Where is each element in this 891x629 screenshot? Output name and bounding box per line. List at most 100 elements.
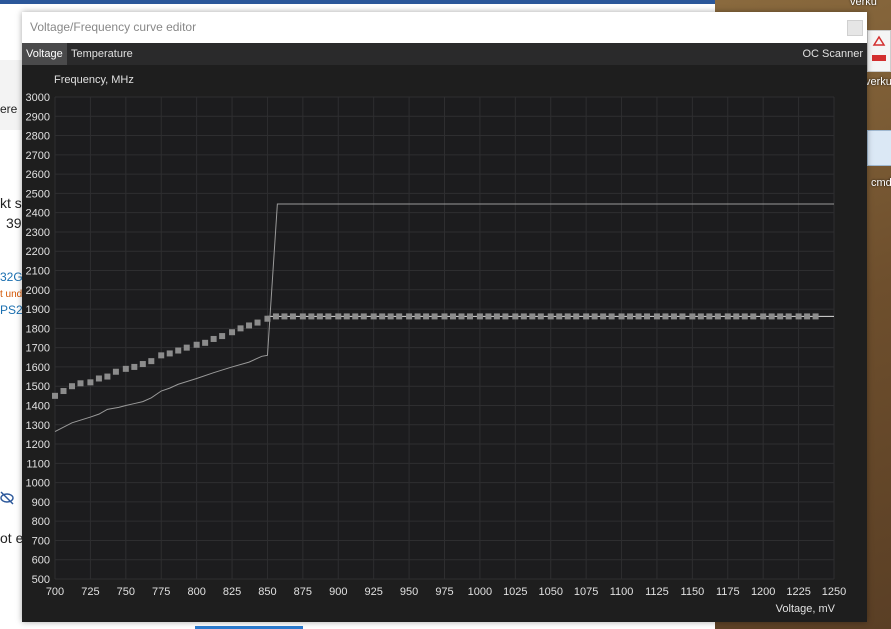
curve-point-marker[interactable]	[556, 313, 563, 320]
curve-point-marker[interactable]	[414, 313, 421, 320]
curve-point-marker[interactable]	[219, 333, 226, 340]
curve-point-marker[interactable]	[449, 313, 456, 320]
curve-point-marker[interactable]	[662, 313, 669, 320]
curve-point-marker[interactable]	[741, 313, 748, 320]
curve-point-marker[interactable]	[360, 313, 367, 320]
curve-point-marker[interactable]	[458, 313, 465, 320]
curve-point-marker[interactable]	[485, 313, 492, 320]
pdf-file-icon[interactable]	[867, 30, 891, 72]
curve-point-marker[interactable]	[608, 313, 615, 320]
curve-point-marker[interactable]	[246, 322, 253, 329]
tab-voltage[interactable]: Voltage	[22, 43, 67, 65]
page-fragment: ere	[0, 102, 18, 116]
curve-point-marker[interactable]	[520, 313, 527, 320]
curve-point-marker[interactable]	[335, 313, 342, 320]
curve-point-marker[interactable]	[193, 341, 200, 348]
curve-point-marker[interactable]	[281, 313, 288, 320]
curve-point-marker[interactable]	[529, 313, 536, 320]
page-link-fragment[interactable]: PS2	[0, 303, 23, 317]
curve-point-marker[interactable]	[635, 313, 642, 320]
curve-point-marker[interactable]	[148, 358, 155, 365]
curve-point-marker[interactable]	[689, 313, 696, 320]
curve-point-marker[interactable]	[158, 352, 165, 359]
curve-point-marker[interactable]	[175, 347, 182, 354]
curve-point-marker[interactable]	[68, 383, 75, 390]
curve-point-marker[interactable]	[476, 313, 483, 320]
curve-point-marker[interactable]	[316, 313, 323, 320]
curve-point-marker[interactable]	[77, 380, 84, 387]
curve-point-marker[interactable]	[131, 363, 138, 370]
curve-point-marker[interactable]	[431, 313, 438, 320]
curve-point-marker[interactable]	[733, 313, 740, 320]
curve-point-marker[interactable]	[618, 313, 625, 320]
y-tick-label: 900	[32, 497, 50, 509]
curve-point-marker[interactable]	[370, 313, 377, 320]
curve-point-marker[interactable]	[804, 313, 811, 320]
curve-point-marker[interactable]	[583, 313, 590, 320]
curve-point-marker[interactable]	[750, 313, 757, 320]
curve-point-marker[interactable]	[502, 313, 509, 320]
curve-point-marker[interactable]	[724, 313, 731, 320]
curve-point-marker[interactable]	[396, 313, 403, 320]
y-tick-label: 1300	[26, 420, 50, 432]
close-button[interactable]	[847, 20, 863, 36]
curve-point-marker[interactable]	[653, 313, 660, 320]
curve-point-marker[interactable]	[112, 368, 119, 375]
curve-point-marker[interactable]	[512, 313, 519, 320]
curve-point-marker[interactable]	[387, 313, 394, 320]
curve-point-marker[interactable]	[139, 361, 146, 368]
curve-point-marker[interactable]	[308, 313, 315, 320]
curve-point-marker[interactable]	[537, 313, 544, 320]
curve-point-marker[interactable]	[697, 313, 704, 320]
curve-point-marker[interactable]	[325, 313, 332, 320]
curve-point-marker[interactable]	[547, 313, 554, 320]
curve-point-marker[interactable]	[272, 313, 279, 320]
curve-point-marker[interactable]	[493, 313, 500, 320]
curve-point-marker[interactable]	[627, 313, 634, 320]
curve-point-marker[interactable]	[812, 313, 819, 320]
curve-point-marker[interactable]	[87, 379, 94, 386]
curve-point-marker[interactable]	[564, 313, 571, 320]
curve-point-marker[interactable]	[600, 313, 607, 320]
curve-point-marker[interactable]	[289, 313, 296, 320]
curve-point-marker[interactable]	[591, 313, 598, 320]
curve-point-marker[interactable]	[379, 313, 386, 320]
curve-point-marker[interactable]	[183, 344, 190, 351]
curve-point-marker[interactable]	[777, 313, 784, 320]
oc-scanner-button[interactable]: OC Scanner	[802, 43, 863, 65]
curve-point-marker[interactable]	[229, 329, 236, 336]
curve-point-marker[interactable]	[352, 313, 359, 320]
curve-point-marker[interactable]	[52, 392, 58, 399]
curve-point-marker[interactable]	[237, 325, 244, 332]
curve-point-marker[interactable]	[706, 313, 713, 320]
curve-point-marker[interactable]	[95, 375, 102, 382]
curve-point-marker[interactable]	[670, 313, 677, 320]
curve-point-marker[interactable]	[679, 313, 686, 320]
curve-point-marker[interactable]	[264, 315, 271, 322]
curve-point-marker[interactable]	[254, 319, 261, 326]
title-bar[interactable]: Voltage/Frequency curve editor	[22, 12, 867, 43]
curve-point-marker[interactable]	[299, 313, 306, 320]
curve-point-marker[interactable]	[760, 313, 767, 320]
curve-point-marker[interactable]	[166, 350, 173, 357]
curve-point-marker[interactable]	[795, 313, 802, 320]
curve-point-marker[interactable]	[210, 335, 217, 342]
curve-point-marker[interactable]	[573, 313, 580, 320]
curve-point-marker[interactable]	[768, 313, 775, 320]
curve-point-marker[interactable]	[406, 313, 413, 320]
eye-slash-icon[interactable]	[0, 490, 14, 509]
curve-point-marker[interactable]	[104, 373, 111, 380]
curve-point-marker[interactable]	[122, 365, 129, 372]
curve-point-marker[interactable]	[441, 313, 448, 320]
curve-point-marker[interactable]	[466, 313, 473, 320]
curve-point-marker[interactable]	[423, 313, 430, 320]
curve-point-marker[interactable]	[60, 388, 67, 395]
curve-point-marker[interactable]	[714, 313, 721, 320]
cmd-file-icon[interactable]	[867, 130, 891, 166]
curve-point-marker[interactable]	[202, 339, 209, 346]
tab-temperature[interactable]: Temperature	[67, 43, 137, 65]
curve-point-marker[interactable]	[785, 313, 792, 320]
curve-point-marker[interactable]	[343, 313, 350, 320]
vf-curve-chart[interactable]: 500 600 700 800 900 1000 1100 1200 1300 1400 1500 1…	[22, 65, 867, 622]
curve-point-marker[interactable]	[644, 313, 651, 320]
